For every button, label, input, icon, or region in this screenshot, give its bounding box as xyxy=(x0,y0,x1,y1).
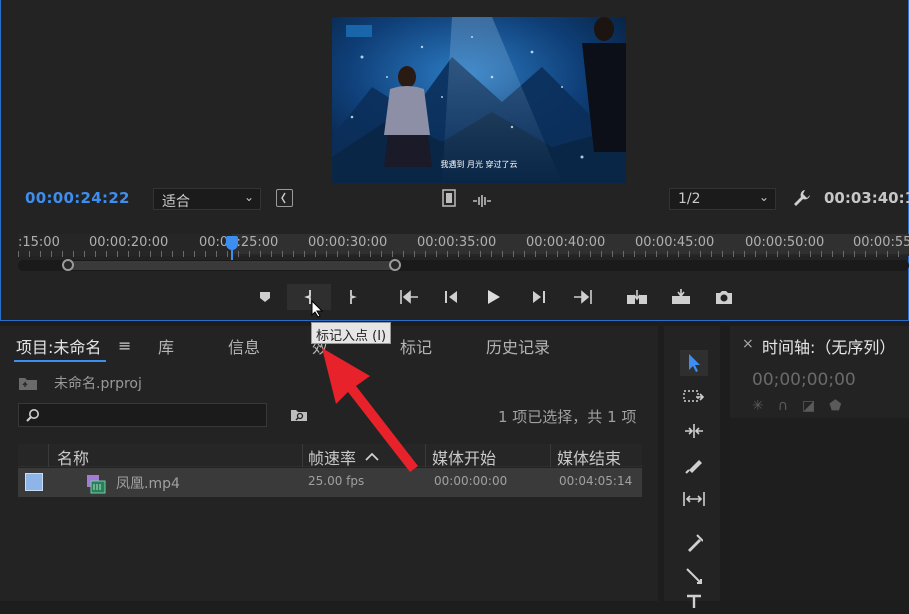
step-back-button[interactable] xyxy=(440,284,462,310)
search-input[interactable] xyxy=(18,403,267,427)
ruler-label: :15:00 xyxy=(18,235,60,250)
step-forward-icon xyxy=(533,291,545,303)
tab-library[interactable]: 库 xyxy=(158,334,174,358)
linked-selection-icon[interactable]: ◪ xyxy=(802,398,815,418)
overwrite-button[interactable] xyxy=(668,284,694,310)
zoom-scrollbar-thumb[interactable] xyxy=(68,261,395,270)
ruler-label: 00:00:50:00 xyxy=(745,235,825,250)
ruler-label: 00:00:40:00 xyxy=(526,235,606,250)
overwrite-icon xyxy=(672,289,690,304)
resolution-dropdown[interactable]: 1/2 ⌄ xyxy=(669,188,776,210)
pen-tool[interactable] xyxy=(680,530,708,556)
label-color-swatch[interactable] xyxy=(25,473,43,491)
track-select-icon xyxy=(683,390,705,402)
export-frame-icon xyxy=(716,290,732,304)
clip-name[interactable]: 凤凰.mp4 xyxy=(116,473,180,493)
go-to-out-icon xyxy=(574,290,592,304)
duration-timecode: 00:03:40:1 xyxy=(824,189,909,207)
ruler-label: 00:00:55 xyxy=(853,235,909,250)
go-to-in-button[interactable] xyxy=(396,284,422,310)
hand-icon xyxy=(686,568,702,584)
play-icon xyxy=(488,290,500,304)
selection-arrow-icon xyxy=(689,354,700,372)
mark-in-button[interactable] xyxy=(287,284,331,310)
go-to-in-icon xyxy=(400,290,418,304)
slip-tool[interactable] xyxy=(680,486,708,512)
active-tab-indicator xyxy=(14,360,106,362)
ruler-label: 00:00:20:00 xyxy=(89,235,169,250)
step-forward-button[interactable] xyxy=(528,284,550,310)
go-to-out-button[interactable] xyxy=(570,284,596,310)
add-marker-icon[interactable]: ⬟ xyxy=(829,398,841,418)
video-caption: 我遇到 月光 穿过了云 xyxy=(440,159,517,169)
play-button[interactable] xyxy=(483,284,505,310)
safe-margins-icon[interactable] xyxy=(276,189,293,207)
tab-project[interactable]: 项目:未命名 xyxy=(16,334,101,358)
chevron-down-icon: ⌄ xyxy=(758,190,769,204)
timeline-tracks[interactable] xyxy=(730,418,909,601)
red-arrow-annotation xyxy=(300,330,430,479)
ruler-label: 00:00:30:00 xyxy=(308,235,388,250)
resolution-dropdown-value: 1/2 xyxy=(678,191,701,207)
timeline-timecode[interactable]: 00;00;00;00 xyxy=(752,370,856,390)
wrench-icon[interactable] xyxy=(792,188,812,212)
step-back-icon xyxy=(445,291,457,303)
insert-icon xyxy=(627,290,647,304)
clip-media-end: 00:04:05:14 xyxy=(559,474,633,488)
razor-icon xyxy=(685,460,702,474)
zoom-handle-left[interactable] xyxy=(62,259,74,271)
fit-dropdown[interactable]: 适合 ⌄ xyxy=(153,188,261,210)
current-timecode[interactable]: 00:00:24:22 xyxy=(25,189,130,207)
add-marker-button[interactable] xyxy=(254,284,276,310)
project-file-name: 未命名.prproj xyxy=(54,376,142,392)
audio-waveform-icon[interactable] xyxy=(472,192,492,211)
video-frame: 我遇到 月光 穿过了云 xyxy=(332,17,626,183)
mouse-cursor-icon xyxy=(311,299,324,322)
search-icon xyxy=(26,409,39,422)
column-divider[interactable] xyxy=(48,444,49,467)
close-icon[interactable]: × xyxy=(742,336,754,352)
mark-out-button[interactable] xyxy=(342,284,362,310)
folder-up-icon[interactable] xyxy=(18,375,38,395)
fit-dropdown-value: 适合 xyxy=(162,194,190,210)
export-frame-button[interactable] xyxy=(712,284,736,310)
mark-out-icon xyxy=(350,290,357,304)
add-marker-icon xyxy=(260,292,270,302)
column-header-media-end[interactable]: 媒体结束 xyxy=(557,445,621,469)
column-header-media-start[interactable]: 媒体开始 xyxy=(432,445,496,469)
razor-tool[interactable] xyxy=(680,452,708,478)
type-icon xyxy=(687,594,701,608)
pen-icon xyxy=(688,534,703,552)
tab-history[interactable]: 历史记录 xyxy=(486,334,550,358)
nest-icon[interactable]: ✳ xyxy=(752,398,764,418)
video-clip-icon xyxy=(86,474,106,498)
timeline-toolbar: ✳ ∩ ◪ ⬟ xyxy=(752,398,909,418)
clip-media-start: 00:00:00:00 xyxy=(434,474,508,488)
tab-info[interactable]: 信息 xyxy=(228,334,260,358)
selection-tool[interactable] xyxy=(680,350,708,376)
type-tool[interactable] xyxy=(680,588,708,614)
panel-menu-icon[interactable]: ≡ xyxy=(118,336,131,355)
column-divider[interactable] xyxy=(550,444,551,467)
insert-button[interactable] xyxy=(624,284,650,310)
hand-tool[interactable] xyxy=(680,563,708,589)
zoom-handle-right[interactable] xyxy=(389,259,401,271)
chevron-down-icon: ⌄ xyxy=(243,190,254,204)
film-icon[interactable] xyxy=(442,189,456,211)
timeline-title[interactable]: 时间轴:（无序列） xyxy=(762,334,895,358)
slip-icon xyxy=(683,492,705,506)
ruler-label: 00:00:45:00 xyxy=(635,235,715,250)
ruler-label: 00:00:35:00 xyxy=(417,235,497,250)
column-header-name[interactable]: 名称 xyxy=(57,445,89,469)
ruler-label: 00:00:25:00 xyxy=(199,235,279,250)
ripple-edit-icon xyxy=(685,424,703,438)
ripple-edit-tool[interactable] xyxy=(680,418,708,444)
track-select-tool[interactable] xyxy=(680,384,708,410)
snap-icon[interactable]: ∩ xyxy=(778,398,788,418)
ruler-ticks xyxy=(18,251,909,257)
